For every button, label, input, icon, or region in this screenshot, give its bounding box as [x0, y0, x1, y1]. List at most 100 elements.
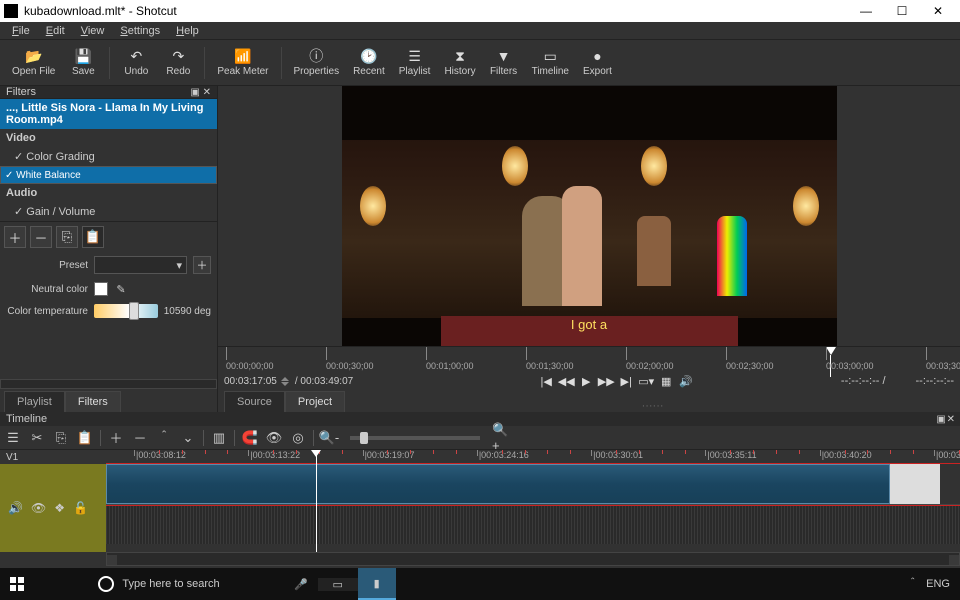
redo-button[interactable]: ↷Redo	[158, 42, 198, 84]
split-icon[interactable]: ▥	[210, 429, 228, 447]
open-button[interactable]: 📂Open File	[6, 42, 61, 84]
timeline-playhead[interactable]	[316, 450, 317, 552]
filters-label: Filters	[490, 66, 517, 77]
track-mute-icon[interactable]: 🔊	[8, 501, 23, 515]
video-subtitle: I got a	[342, 317, 837, 332]
video-preview[interactable]: I got a	[342, 86, 837, 346]
tab-project[interactable]: Project	[285, 391, 345, 412]
track-label[interactable]: V1	[0, 450, 106, 464]
zoom-slider[interactable]	[350, 436, 480, 440]
system-tray[interactable]: ＾ ENG	[907, 576, 960, 592]
zoom-out-icon[interactable]: 🔍-	[320, 429, 338, 447]
filters-button[interactable]: ▼Filters	[484, 42, 524, 84]
forward-button[interactable]: ▶▶	[597, 372, 615, 390]
color-picker-icon[interactable]: ✎	[114, 282, 128, 296]
ruler-tick: 00:01;00;00	[426, 347, 474, 371]
close-button[interactable]: ✕	[920, 0, 956, 22]
peak-button[interactable]: 📶Peak Meter	[211, 42, 274, 84]
filter-group-audio: Audio	[0, 184, 217, 202]
audio-track[interactable]	[106, 504, 960, 544]
paste-icon[interactable]: 📋	[76, 429, 94, 447]
drag-handle[interactable]: ······	[345, 400, 960, 412]
start-button[interactable]	[0, 568, 34, 600]
remove-filter-button[interactable]: －	[30, 226, 52, 248]
clip-end-region[interactable]	[890, 464, 940, 504]
menu-help[interactable]: Help	[168, 23, 207, 39]
menu-file[interactable]: File	[4, 23, 38, 39]
mic-icon[interactable]: 🎤	[284, 568, 318, 600]
in-point: --:--:--:-- /	[841, 375, 886, 387]
history-button[interactable]: ⧗History	[438, 42, 481, 84]
copy-icon[interactable]: ⎘	[52, 429, 70, 447]
track-lock-icon[interactable]: 🔓	[73, 501, 88, 515]
timecode-spinner[interactable]	[281, 373, 291, 389]
tab-source[interactable]: Source	[224, 391, 285, 412]
task-view-button[interactable]: ▭	[318, 578, 358, 591]
export-icon: ●	[589, 48, 605, 64]
clip-name[interactable]: ..., Little Sis Nora - Llama In My Livin…	[0, 99, 217, 129]
paste-filter-button[interactable]: 📋	[82, 226, 104, 248]
open-label: Open File	[12, 66, 55, 77]
volume-button[interactable]: 🔊	[677, 372, 695, 390]
window-titlebar: kubadownload.mlt* - Shotcut — ☐ ✕	[0, 0, 960, 22]
neutral-color-swatch[interactable]	[94, 282, 108, 296]
add-filter-button[interactable]: ＋	[4, 226, 26, 248]
timecode-position[interactable]: 00:03:17:05	[224, 376, 277, 387]
cut-icon[interactable]: ✂	[28, 429, 46, 447]
minimize-button[interactable]: —	[848, 0, 884, 22]
undo-button[interactable]: ↶Undo	[116, 42, 156, 84]
filters-undock-icon[interactable]: ▣ ✕	[190, 87, 211, 98]
skip-prev-button[interactable]: |◀	[537, 372, 555, 390]
timeline-button[interactable]: ▭Timeline	[526, 42, 575, 84]
props-button[interactable]: ⓘProperties	[288, 42, 346, 84]
filter-item[interactable]: ✓ Color Grading	[0, 147, 217, 166]
skip-next-button[interactable]: ▶|	[617, 372, 635, 390]
rewind-button[interactable]: ◀◀	[557, 372, 575, 390]
preview-ruler[interactable]: 00:00;00;0000:00;30;0000:01;00;0000:01;3…	[218, 346, 960, 371]
track-composite-icon[interactable]: ❖	[54, 501, 65, 515]
export-button[interactable]: ●Export	[577, 42, 618, 84]
track-hide-icon[interactable]: 👁	[31, 501, 46, 515]
lift-icon[interactable]: ＾	[155, 429, 173, 447]
video-clip[interactable]	[106, 464, 890, 504]
snap-icon[interactable]: 🧲	[241, 429, 259, 447]
recent-icon: 🕑	[361, 48, 377, 64]
tray-chevron-icon[interactable]: ＾	[907, 576, 918, 592]
menu-edit[interactable]: Edit	[38, 23, 73, 39]
recent-button[interactable]: 🕑Recent	[347, 42, 391, 84]
ripple-icon[interactable]: ◎	[289, 429, 307, 447]
remove-icon[interactable]: －	[131, 429, 149, 447]
tray-lang[interactable]: ENG	[926, 578, 950, 590]
timeline-undock-icon[interactable]: ▣ ✕	[936, 414, 954, 425]
timeline-tracks[interactable]: |00:03:08:12|00:03:13:22|00:03:19:07|00:…	[106, 450, 960, 552]
tab-playlist[interactable]: Playlist	[4, 391, 65, 412]
taskbar-search[interactable]: Type here to search	[34, 568, 284, 600]
timeline-menu-icon[interactable]: ☰	[4, 429, 22, 447]
zoom-in-icon[interactable]: 🔍+	[492, 429, 510, 447]
scrub-icon[interactable]: 👁	[265, 429, 283, 447]
preset-save-button[interactable]: ＋	[193, 256, 211, 274]
play-button[interactable]: ▶	[577, 372, 595, 390]
overwrite-icon[interactable]: ⌄	[179, 429, 197, 447]
copy-filter-button[interactable]: ⎘	[56, 226, 78, 248]
save-button[interactable]: 💾Save	[63, 42, 103, 84]
append-icon[interactable]: ＋	[107, 429, 125, 447]
timeline-ruler[interactable]: |00:03:08:12|00:03:13:22|00:03:19:07|00:…	[106, 450, 960, 464]
filter-item[interactable]: ✓ Gain / Volume	[0, 202, 217, 221]
video-track[interactable]	[106, 464, 960, 504]
color-temp-slider[interactable]	[94, 304, 158, 318]
tab-filters[interactable]: Filters	[65, 391, 121, 412]
zoom-fit-button[interactable]: ▭▾	[637, 372, 655, 390]
taskbar-app-shotcut[interactable]: ▮	[358, 568, 396, 600]
waveform	[106, 505, 960, 544]
timeline-scrollbar[interactable]	[106, 552, 960, 566]
playlist-button[interactable]: ☰Playlist	[393, 42, 437, 84]
preset-select[interactable]: ▾	[94, 256, 187, 274]
menu-view[interactable]: View	[73, 23, 113, 39]
track-headers: V1 🔊 👁 ❖ 🔓	[0, 450, 106, 552]
menu-settings[interactable]: Settings	[112, 23, 168, 39]
left-scrollbar[interactable]	[0, 379, 217, 389]
filter-item[interactable]: ✓ White Balance	[0, 166, 217, 184]
grid-button[interactable]: ▦	[657, 372, 675, 390]
maximize-button[interactable]: ☐	[884, 0, 920, 22]
